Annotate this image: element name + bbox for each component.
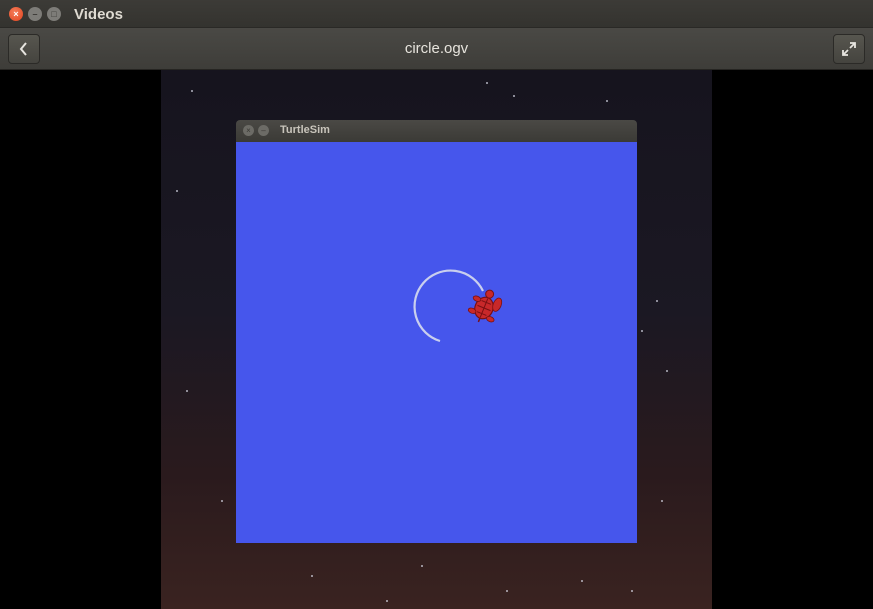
headerbar: circle.ogv	[0, 28, 873, 70]
turtlesim-minimize-button[interactable]: –	[258, 125, 269, 136]
window-close-button[interactable]: ×	[9, 7, 23, 21]
fullscreen-button[interactable]	[833, 34, 865, 64]
window-minimize-button[interactable]: –	[28, 7, 42, 21]
turtlesim-canvas	[236, 142, 637, 543]
turtlesim-titlebar: × – TurtleSim	[236, 120, 637, 142]
turtlesim-title: TurtleSim	[280, 124, 330, 136]
turtlesim-window: × – TurtleSim	[236, 120, 637, 543]
video-frame: × – TurtleSim	[161, 70, 712, 609]
turtlesim-close-button[interactable]: ×	[243, 125, 254, 136]
window-maximize-button[interactable]: □	[47, 7, 61, 21]
video-area[interactable]: × – TurtleSim	[0, 70, 873, 609]
app-title: Videos	[74, 6, 123, 23]
window-titlebar: × – □ Videos	[0, 0, 873, 28]
file-title: circle.ogv	[404, 40, 469, 57]
fullscreen-icon	[842, 42, 856, 56]
